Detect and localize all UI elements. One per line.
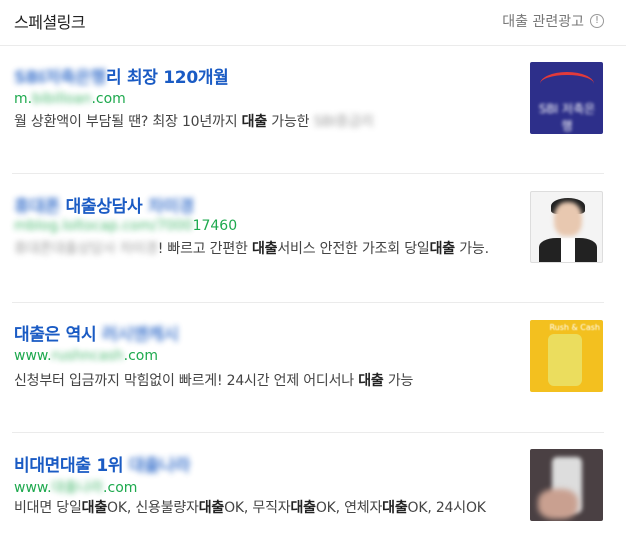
ad-url[interactable]: www.대출나라.com: [14, 477, 137, 497]
special-links-header: 스페셜링크 대출 관련광고 !: [0, 0, 626, 46]
ad-description: 월 상환액이 부담될 땐? 최장 10년까지 대출 가능한 SBI중금리: [14, 114, 374, 130]
section-title: 스페셜링크: [14, 13, 86, 32]
phone-in-hand-icon[interactable]: [530, 449, 603, 521]
blurred-advertiser: SBI저축은행: [14, 68, 106, 88]
ad-title[interactable]: SBI저축은행리 최장 120개월: [14, 63, 229, 88]
ad-item-2: 휴대폰 대출상담사 차미경 mblog.loltocap.com/7000174…: [0, 174, 626, 303]
ad-title[interactable]: 대출은 역시 러시앤캐시: [14, 320, 179, 345]
ad-item-1: SBI저축은행리 최장 120개월 m.bibilloan.com 월 상환액이…: [0, 46, 626, 174]
ad-url[interactable]: www.rushncash.com: [14, 348, 158, 364]
ad-disclosure-label[interactable]: 대출 관련광고: [502, 11, 584, 31]
drink-ad-icon[interactable]: Rush & Cash: [530, 320, 603, 392]
ad-url[interactable]: m.bibilloan.com: [14, 91, 126, 107]
ad-title[interactable]: 비대면대출 1위 대출나라: [14, 451, 190, 476]
ad-description: 비대면 당일대출OK, 신용불량자대출OK, 무직자대출OK, 연체자대출OK,…: [14, 500, 486, 516]
bank-logo-icon[interactable]: SBI 저축은행: [530, 62, 603, 134]
ad-description: 신청부터 입금까지 막힘없이 빠르게! 24시간 언제 어디서나 대출 가능: [14, 373, 414, 389]
ad-title[interactable]: 휴대폰 대출상담사 차미경: [14, 192, 194, 217]
ad-description: 휴대폰대출상담사 차미경! 빠르고 간편한 대출서비스 안전한 가조회 당일대출…: [14, 241, 489, 257]
ad-disclosure[interactable]: 대출 관련광고 !: [502, 11, 604, 31]
person-portrait-icon[interactable]: [530, 191, 603, 263]
info-icon[interactable]: !: [590, 14, 604, 28]
ad-item-4: 비대면대출 1위 대출나라 www.대출나라.com 비대면 당일대출OK, 신…: [0, 433, 626, 554]
ad-item-3: 대출은 역시 러시앤캐시 www.rushncash.com 신청부터 입금까지…: [0, 303, 626, 433]
ad-url[interactable]: mblog.loltocap.com/700017460: [14, 218, 237, 234]
